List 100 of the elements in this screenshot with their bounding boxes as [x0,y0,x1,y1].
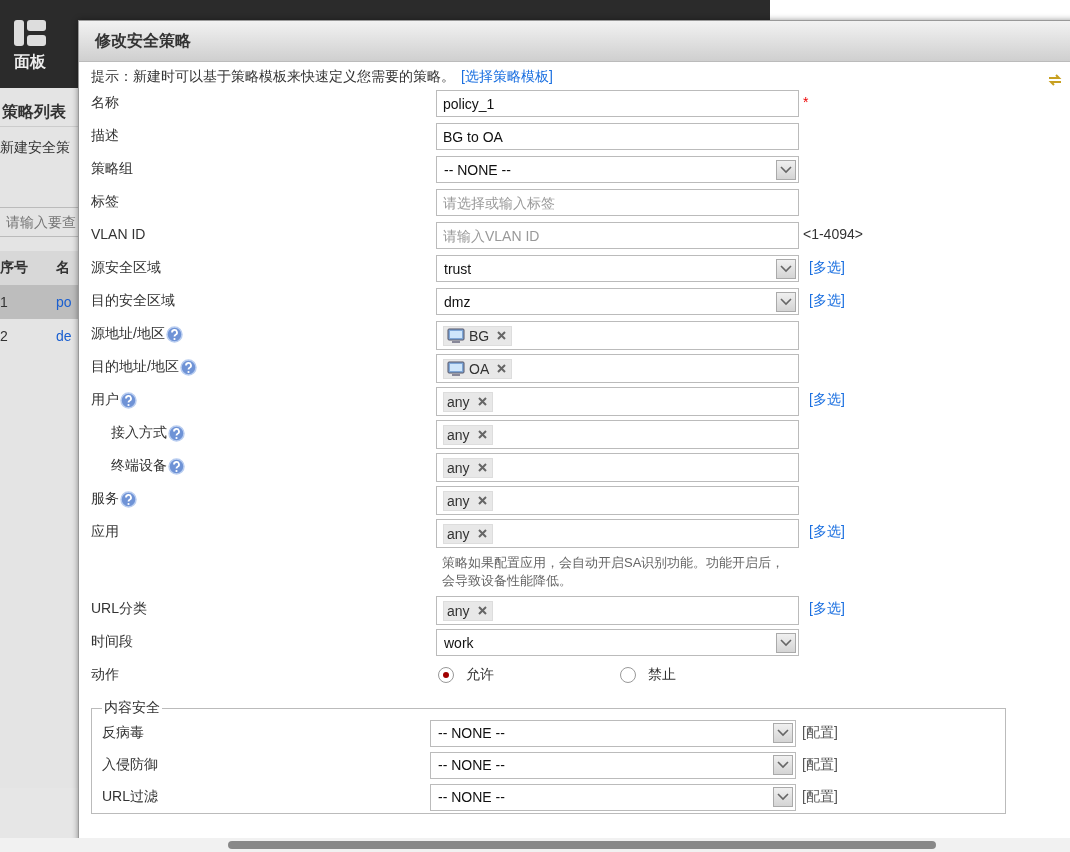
field-label: 目的地址/地区 [91,358,179,376]
panel-label: 面板 [14,52,46,72]
multi-select-link[interactable]: [多选] [809,292,845,310]
panel-icon [14,20,46,46]
remove-icon[interactable] [477,496,487,505]
tag-label: any [447,459,470,476]
table-cell: de [56,328,72,344]
table-cell-text: 2 [0,328,9,344]
field-label: 服务 [91,490,119,508]
tag-input-field[interactable]: any [436,387,799,416]
dropdown[interactable]: dmz [436,288,799,315]
swap-arrows-icon[interactable] [1047,74,1063,86]
dropdown[interactable]: work [436,629,799,656]
help-note: 策略如果配置应用，会自动开启SA识别功能。功能开启后，会导致设备性能降低。 [441,554,786,590]
scrollbar-thumb[interactable] [228,841,936,849]
field-label: 源地址/地区 [91,325,165,343]
field-label: VLAN ID [91,226,146,242]
radio-button[interactable] [438,667,454,683]
field-label: 反病毒 [102,724,145,742]
help-icon[interactable] [120,391,137,409]
range-hint: <1-4094> [803,226,863,242]
input-field[interactable]: 请输入VLAN ID [436,222,799,249]
tag-label: any [447,525,470,542]
field-label: 应用 [91,523,119,541]
radio-option[interactable]: 允许 [436,666,618,684]
tag-label: any [447,492,470,509]
dropdown[interactable]: -- NONE -- [430,783,796,811]
caret-icon [776,632,796,653]
multi-select-link[interactable]: [多选] [809,523,845,541]
group-legend: 内容安全 [102,699,162,717]
tag-label: any [447,393,470,410]
tag-label: OA [469,360,490,377]
remove-icon[interactable] [497,364,507,373]
configure-link[interactable]: [配置] [798,724,1005,742]
monitor-icon [447,360,465,377]
field-label: 时间段 [91,633,133,651]
help-icon[interactable] [120,490,137,508]
remove-icon[interactable] [477,430,487,439]
table-cell: po [56,294,72,310]
horizontal-scrollbar[interactable] [0,838,1070,852]
field-label: 源安全区域 [91,259,161,277]
tag-input-field[interactable]: any [436,420,799,449]
tag-label: any [447,426,470,443]
remove-icon[interactable] [477,397,487,406]
search-field[interactable]: 请输入要查 [0,207,78,237]
field-label: 终端设备 [111,457,167,475]
field-label: 动作 [91,666,119,684]
new-policy-link[interactable]: 新建安全策 [0,127,78,199]
radio-button[interactable] [619,667,636,683]
multi-select-link[interactable]: [多选] [809,259,845,277]
required-mark: * [803,94,809,110]
input-field[interactable]: policy_1 [436,90,799,117]
column-header[interactable]: 序号 [0,259,56,277]
help-icon[interactable] [168,424,185,442]
remove-icon[interactable] [477,606,487,615]
configure-link[interactable]: [配置] [798,756,1005,774]
multi-select-link[interactable]: [多选] [809,391,845,409]
dropdown[interactable]: -- NONE -- [436,156,799,183]
column-header[interactable]: 名 [56,259,70,277]
configure-link[interactable]: [配置] [798,788,1005,806]
tag-input-field[interactable]: any [436,519,799,548]
field-label: 接入方式 [111,424,167,442]
remove-icon[interactable] [497,331,507,340]
tag-input-field[interactable]: OA [436,354,799,383]
tag-input-field[interactable]: any [436,453,799,482]
table-row[interactable]: 1 po [0,285,78,319]
monitor-icon [447,327,465,344]
input-field[interactable]: BG to OA [436,123,799,150]
multi-select-link[interactable]: [多选] [809,600,845,618]
field-label: 用户 [91,391,119,409]
field-label: 描述 [91,127,119,145]
caret-icon [773,755,793,775]
tag-input-field[interactable]: any [436,486,799,515]
help-icon[interactable] [179,358,197,376]
caret-icon [773,723,793,743]
caret-icon [773,787,793,807]
help-icon[interactable] [165,325,183,343]
dropdown[interactable]: -- NONE -- [430,751,796,779]
radio-option[interactable]: 禁止 [617,666,799,684]
tag-label: BG [469,327,490,344]
field-label: 入侵防御 [102,756,159,774]
caret-icon [776,159,796,180]
tag-input-field[interactable]: any [436,596,799,625]
input-field[interactable]: 请选择或输入标签 [436,189,799,216]
remove-icon[interactable] [477,463,487,472]
field-label: URL过滤 [102,788,159,806]
remove-icon[interactable] [477,529,487,538]
field-label: URL分类 [91,600,147,618]
dropdown[interactable]: trust [436,255,799,282]
dialog-title: 修改安全策略 [95,30,191,51]
panel-button[interactable]: 面板 [0,0,60,88]
field-label: 策略组 [91,160,133,178]
hint-text: 提示：新建时可以基于策略模板来快速定义您需要的策略。 [91,68,455,84]
table-cell-text: 1 [0,294,9,310]
template-link[interactable]: [选择策略模板] [461,68,553,84]
tag-input-field[interactable]: BG [436,321,799,350]
help-icon[interactable] [168,457,185,475]
tag-label: any [447,602,470,619]
table-row[interactable]: 2 de [0,319,78,353]
dropdown[interactable]: -- NONE -- [430,719,796,747]
